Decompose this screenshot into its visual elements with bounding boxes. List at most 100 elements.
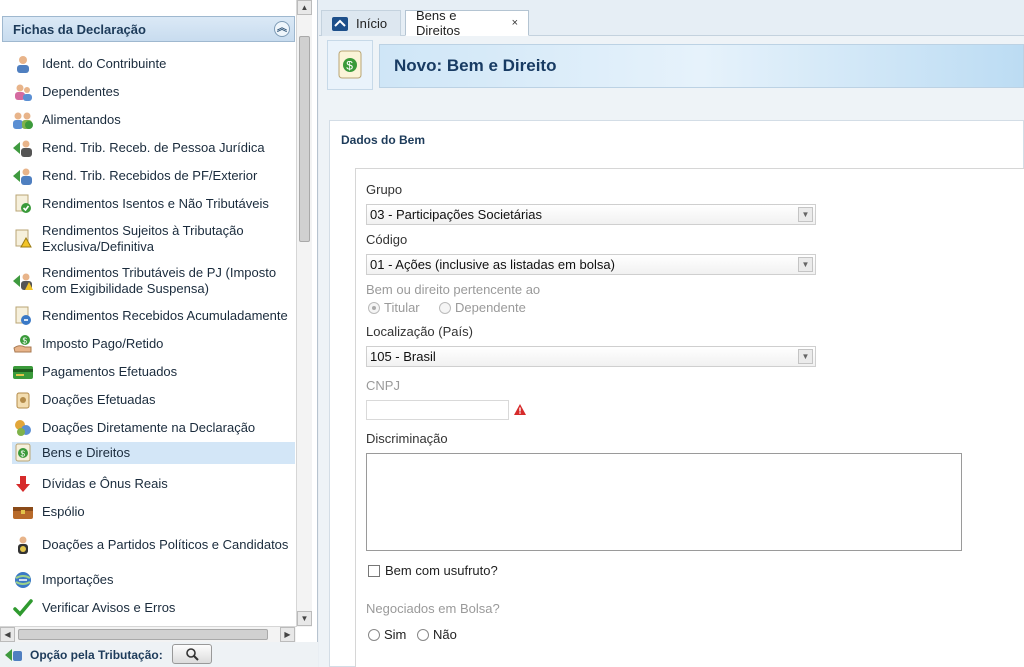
section-title: Dados do Bem [341,133,426,147]
page-title: Novo: Bem e Direito [394,56,557,75]
collapse-icon[interactable]: ︽ [274,21,290,37]
sidebar-item-espolio[interactable]: Espólio [12,502,295,522]
sidebar-item-label: Doações Efetuadas [42,392,156,407]
person-icon [12,53,34,75]
discriminacao-textarea[interactable] [366,453,962,551]
tab-bar: Início Bens e Direitos × [319,0,1024,38]
tab-inicio[interactable]: Início [321,10,401,36]
sidebar-item-imposto-pago[interactable]: $ Imposto Pago/Retido [12,334,295,354]
sidebar-item-rend-pj[interactable]: Rend. Trib. Receb. de Pessoa Jurídica [12,138,295,158]
income-company-icon [12,137,34,159]
suspended-tax-icon [12,270,34,292]
svg-text:$: $ [21,450,26,459]
vertical-scroll-thumb[interactable] [299,36,310,242]
sidebar-vertical-scrollbar[interactable]: ▲ ▼ [296,0,312,627]
localizacao-value: 105 - Brasil [370,349,436,364]
pertence-label: Bem ou direito pertencente ao [366,282,541,297]
chevron-down-icon[interactable]: ▼ [798,207,813,222]
sidebar-header: Fichas da Declaração ︽ [2,16,295,42]
sidebar-item-exigibilidade-suspensa[interactable]: Rendimentos Tributáveis de PJ (Imposto c… [12,264,295,298]
sidebar-item-doacoes-diretamente[interactable]: Doações Diretamente na Declaração [12,418,295,438]
bolsa-label: Negociados em Bolsa? [366,601,500,616]
direct-donations-icon [12,417,34,439]
imports-icon [12,569,34,591]
accumulated-income-icon [12,305,34,327]
option-label: Opção pela Tributação: [30,647,163,662]
radio-icon [368,301,380,314]
home-icon [332,16,348,31]
localizacao-label: Localização (País) [366,324,473,339]
discriminacao-label: Discriminação [366,431,448,446]
checkbox-icon [368,564,380,577]
option-bar: Opção pela Tributação: [0,642,318,667]
title-bar: $ Novo: Bem e Direito [327,40,1024,90]
codigo-select[interactable]: 01 - Ações (inclusive as listadas em bol… [366,254,816,275]
scroll-up-icon[interactable]: ▲ [297,0,312,15]
sidebar-item-pagamentos[interactable]: Pagamentos Efetuados [12,362,295,382]
titular-radio[interactable]: Titular [368,300,420,315]
sidebar-item-label: Ident. do Contribuinte [42,56,167,71]
sidebar-item-label: Rendimentos Sujeitos à Tributação Exclus… [42,223,244,254]
close-icon[interactable]: × [512,17,518,29]
sim-radio[interactable]: Sim [368,627,406,642]
sidebar-item-doacoes[interactable]: Doações Efetuadas [12,390,295,410]
localizacao-select[interactable]: 105 - Brasil ▼ [366,346,816,367]
option-search-button[interactable] [172,644,212,664]
chevron-down-icon[interactable]: ▼ [798,349,813,364]
donations-icon [12,389,34,411]
scroll-left-icon[interactable]: ◀ [0,627,15,642]
sidebar-item-label: Rendimentos Tributáveis de PJ (Imposto c… [42,265,277,296]
dependente-label: Dependente [455,300,526,315]
sidebar-item-alimentandos[interactable]: Alimentandos [12,110,295,130]
nao-label: Não [433,627,457,642]
sidebar-item-acumuladamente[interactable]: Rendimentos Recebidos Acumuladamente [12,306,295,326]
sidebar-item-label: Imposto Pago/Retido [42,336,164,351]
scroll-right-icon[interactable]: ▶ [280,627,295,642]
scroll-down-icon[interactable]: ▼ [297,611,312,626]
cnpj-input[interactable] [366,400,509,420]
nao-radio[interactable]: Não [417,627,457,642]
usufruto-checkbox[interactable]: Bem com usufruto? [368,563,498,578]
sidebar-item-dividas[interactable]: Dívidas e Ônus Reais [12,474,295,494]
sidebar-item-partidos-politicos[interactable]: Doações a Partidos Políticos e Candidato… [12,528,295,562]
sidebar-item-bens-direitos[interactable]: $ Bens e Direitos [12,442,295,464]
dependents-icon [12,81,34,103]
sidebar-item-label: Pagamentos Efetuados [42,364,178,379]
form-body: Grupo 03 - Participações Societárias ▼ C… [355,168,1024,667]
sidebar-item-label: Doações a Partidos Políticos e Candidato… [42,537,289,552]
sidebar-item-isentos[interactable]: Rendimentos Isentos e Não Tributáveis [12,194,295,214]
assets-title-icon: $ [327,40,373,90]
sidebar-item-verificar-avisos[interactable]: Verificar Avisos e Erros [12,598,295,618]
sidebar-item-label: Rend. Trib. Receb. de Pessoa Jurídica [42,140,265,155]
sidebar-item-label: Espólio [42,504,85,519]
svg-text:$: $ [23,337,28,346]
option-arrow-icon [4,646,24,664]
chevron-down-icon[interactable]: ▼ [798,257,813,272]
payments-icon [12,361,34,383]
assets-icon: $ [12,442,34,464]
form-panel: Dados do Bem Grupo 03 - Participações So… [329,120,1024,667]
sidebar-panel: Fichas da Declaração ︽ Ident. do Contrib… [0,0,318,667]
alimony-people-icon [12,109,34,131]
sidebar-item-importacoes[interactable]: Importações [12,570,295,590]
tax-paid-icon: $ [12,333,34,355]
sidebar-item-dependentes[interactable]: Dependentes [12,82,295,102]
sidebar-item-exclusiva[interactable]: Rendimentos Sujeitos à Tributação Exclus… [12,222,295,256]
svg-text:$: $ [346,59,353,73]
sidebar-item-label: Doações Diretamente na Declaração [42,420,256,435]
cnpj-label: CNPJ [366,378,400,393]
sidebar-horizontal-scrollbar[interactable]: ◀ ▶ [0,626,296,642]
warning-icon [513,403,527,419]
horizontal-scroll-thumb[interactable] [18,629,268,640]
check-errors-icon [12,597,34,619]
radio-icon [439,301,451,314]
dependente-radio[interactable]: Dependente [439,300,526,315]
grupo-label: Grupo [366,182,403,197]
sidebar-item-rend-pf[interactable]: Rend. Trib. Recebidos de PF/Exterior [12,166,295,186]
sidebar-item-ident-contribuinte[interactable]: Ident. do Contribuinte [12,54,295,74]
sidebar-item-label: Bens e Direitos [42,445,131,460]
sidebar-item-label: Alimentandos [42,112,121,127]
usufruto-label: Bem com usufruto? [385,563,498,578]
grupo-select[interactable]: 03 - Participações Societárias ▼ [366,204,816,225]
tab-bens-direitos[interactable]: Bens e Direitos × [405,8,529,38]
